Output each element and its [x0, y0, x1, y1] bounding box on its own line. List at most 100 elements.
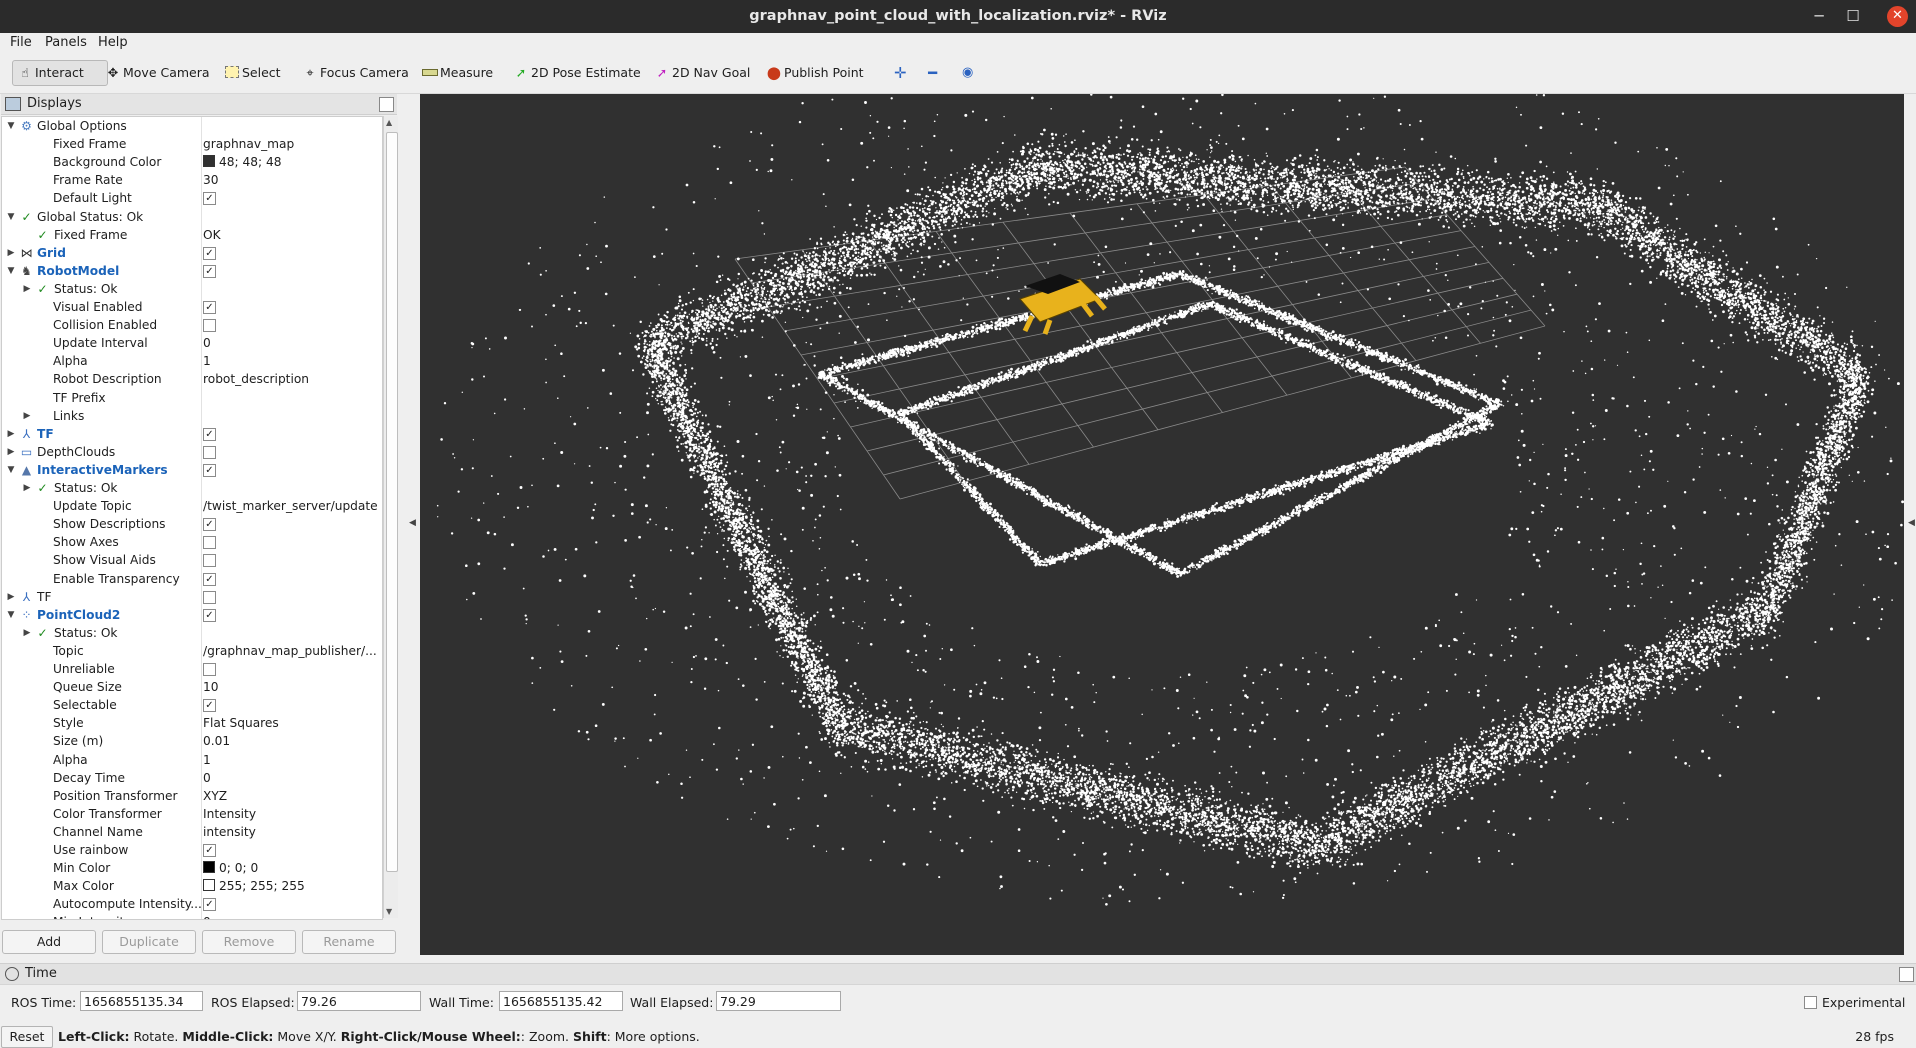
display-row-value[interactable]: /twist_marker_server/update [203, 497, 378, 515]
display-row[interactable]: ▶ ✓ Status: Ok [2, 624, 382, 642]
display-row-value[interactable]: OK [203, 226, 221, 244]
expand-arrow-closed-icon[interactable]: ▶ [22, 479, 32, 497]
display-row-value[interactable]: Flat Squares [203, 714, 279, 732]
display-row[interactable]: Decay Time 0 [2, 769, 382, 787]
rename-display-button[interactable]: Rename [302, 930, 396, 954]
enabled-checkbox[interactable] [203, 319, 216, 332]
enabled-checkbox[interactable]: ✓ [203, 699, 216, 712]
display-row-value[interactable]: 48; 48; 48 [203, 153, 282, 171]
display-row[interactable]: Min Color 0; 0; 0 [2, 859, 382, 877]
display-row[interactable]: ▶ ⋈ Grid ✓ [2, 244, 382, 262]
display-row[interactable]: Alpha 1 [2, 352, 382, 370]
display-row[interactable]: Visual Enabled ✓ [2, 298, 382, 316]
expand-arrow-closed-icon[interactable]: ▶ [22, 407, 32, 425]
enabled-checkbox[interactable]: ✓ [203, 609, 216, 622]
2d-nav-goal-tool-button[interactable]: ➚ 2D Nav Goal [650, 61, 754, 85]
display-row[interactable]: Show Axes [2, 533, 382, 551]
enabled-checkbox[interactable]: ✓ [203, 192, 216, 205]
menu-help[interactable]: Help [98, 35, 128, 50]
display-row-value[interactable]: 255; 255; 255 [203, 877, 305, 895]
3d-render-viewport[interactable] [420, 94, 1904, 955]
display-row-value[interactable]: 0 [203, 913, 211, 920]
display-row[interactable]: Frame Rate 30 [2, 171, 382, 189]
duplicate-display-button[interactable]: Duplicate [102, 930, 196, 954]
display-row[interactable]: ✓ Fixed Frame OK [2, 226, 382, 244]
display-row[interactable]: Selectable ✓ [2, 696, 382, 714]
select-tool-button[interactable]: Select [220, 61, 285, 85]
display-row[interactable]: Use rainbow ✓ [2, 841, 382, 859]
color-swatch[interactable] [203, 861, 215, 873]
add-display-button[interactable]: Add [2, 930, 96, 954]
display-row[interactable]: Channel Name intensity [2, 823, 382, 841]
display-row-value[interactable]: 0 [203, 769, 211, 787]
expand-arrow-closed-icon[interactable]: ▶ [22, 624, 32, 642]
display-row[interactable]: Enable Transparency ✓ [2, 570, 382, 588]
scroll-up-icon[interactable]: ▲ [386, 118, 392, 127]
collapse-left-icon[interactable]: ◀ [409, 518, 416, 528]
enabled-checkbox[interactable]: ✓ [203, 247, 216, 260]
color-swatch[interactable] [203, 879, 215, 891]
display-row[interactable]: Queue Size 10 [2, 678, 382, 696]
display-row[interactable]: Collision Enabled [2, 316, 382, 334]
float-panel-icon[interactable] [379, 97, 394, 112]
display-row-value[interactable]: 0; 0; 0 [203, 859, 258, 877]
display-row[interactable]: Size (m) 0.01 [2, 732, 382, 750]
display-row-value[interactable]: intensity [203, 823, 256, 841]
display-row[interactable]: Update Topic/twist_marker_server/update [2, 497, 382, 515]
publish-point-tool-button[interactable]: ⬤ Publish Point [762, 61, 868, 85]
expand-arrow-open-icon[interactable]: ▼ [6, 461, 16, 479]
display-row[interactable]: Max Color 255; 255; 255 [2, 877, 382, 895]
display-row[interactable]: Min Intensity0 [2, 913, 382, 920]
display-row[interactable]: ▶ ⅄ TF [2, 588, 382, 606]
expand-arrow-open-icon[interactable]: ▼ [6, 606, 16, 624]
minimize-icon[interactable]: ─ [1802, 0, 1836, 33]
display-row[interactable]: Color Transformer Intensity [2, 805, 382, 823]
expand-arrow-open-icon[interactable]: ▼ [6, 117, 16, 135]
display-row-value[interactable]: robot_description [203, 370, 309, 388]
display-row-value[interactable]: 1 [203, 751, 211, 769]
expand-arrow-closed-icon[interactable]: ▶ [6, 588, 16, 606]
display-row[interactable]: ▼ ♞ RobotModel ✓ [2, 262, 382, 280]
expand-arrow-closed-icon[interactable]: ▶ [6, 425, 16, 443]
display-row[interactable]: ▼ ✓ Global Status: Ok [2, 208, 382, 226]
display-row[interactable]: Unreliable [2, 660, 382, 678]
display-row[interactable]: ▼ ⁘ PointCloud2 ✓ [2, 606, 382, 624]
enabled-checkbox[interactable]: ✓ [203, 518, 216, 531]
display-row[interactable]: Update Interval 0 [2, 334, 382, 352]
display-row-value[interactable]: 30 [203, 171, 219, 189]
measure-tool-button[interactable]: Measure [418, 61, 497, 85]
enabled-checkbox[interactable]: ✓ [203, 265, 216, 278]
enabled-checkbox[interactable]: ✓ [203, 898, 216, 911]
maximize-icon[interactable]: ☐ [1836, 0, 1870, 33]
remove-tool-icon[interactable]: ━ [924, 61, 941, 85]
display-row[interactable]: Topic/graphnav_map_publisher/... [2, 642, 382, 660]
move-camera-tool-button[interactable]: ✥ Move Camera [101, 61, 214, 85]
display-row[interactable]: ▼ ▲ InteractiveMarkers ✓ [2, 461, 382, 479]
display-row[interactable]: ▶ ✓ Status: Ok [2, 280, 382, 298]
display-row-value[interactable]: 0 [203, 334, 211, 352]
2d-pose-estimate-tool-button[interactable]: ➚ 2D Pose Estimate [509, 61, 645, 85]
display-row[interactable]: Robot Description robot_description [2, 370, 382, 388]
display-row[interactable]: ▶ ▭ DepthClouds [2, 443, 382, 461]
expand-arrow-closed-icon[interactable]: ▶ [6, 244, 16, 262]
enabled-checkbox[interactable]: ✓ [203, 428, 216, 441]
enabled-checkbox[interactable] [203, 663, 216, 676]
display-row[interactable]: ▶ Links [2, 407, 382, 425]
close-icon[interactable]: ✕ [1887, 6, 1908, 27]
color-swatch[interactable] [203, 155, 215, 167]
scrollbar-thumb[interactable] [386, 132, 398, 872]
display-row[interactable]: Show Visual Aids [2, 551, 382, 569]
menu-file[interactable]: File [10, 35, 32, 50]
display-row-value[interactable]: 10 [203, 678, 219, 696]
menu-panels[interactable]: Panels [45, 35, 87, 50]
enabled-checkbox[interactable] [203, 536, 216, 549]
expand-arrow-closed-icon[interactable]: ▶ [6, 443, 16, 461]
focus-camera-tool-button[interactable]: ⌖ Focus Camera [298, 61, 413, 85]
displays-scrollbar[interactable]: ▲ ▼ [383, 116, 398, 918]
scroll-down-icon[interactable]: ▼ [386, 907, 392, 916]
display-row-value[interactable]: graphnav_map [203, 135, 294, 153]
display-row-value[interactable]: Intensity [203, 805, 256, 823]
enabled-checkbox[interactable]: ✓ [203, 301, 216, 314]
display-row-value[interactable]: 1 [203, 352, 211, 370]
expand-arrow-closed-icon[interactable]: ▶ [22, 280, 32, 298]
